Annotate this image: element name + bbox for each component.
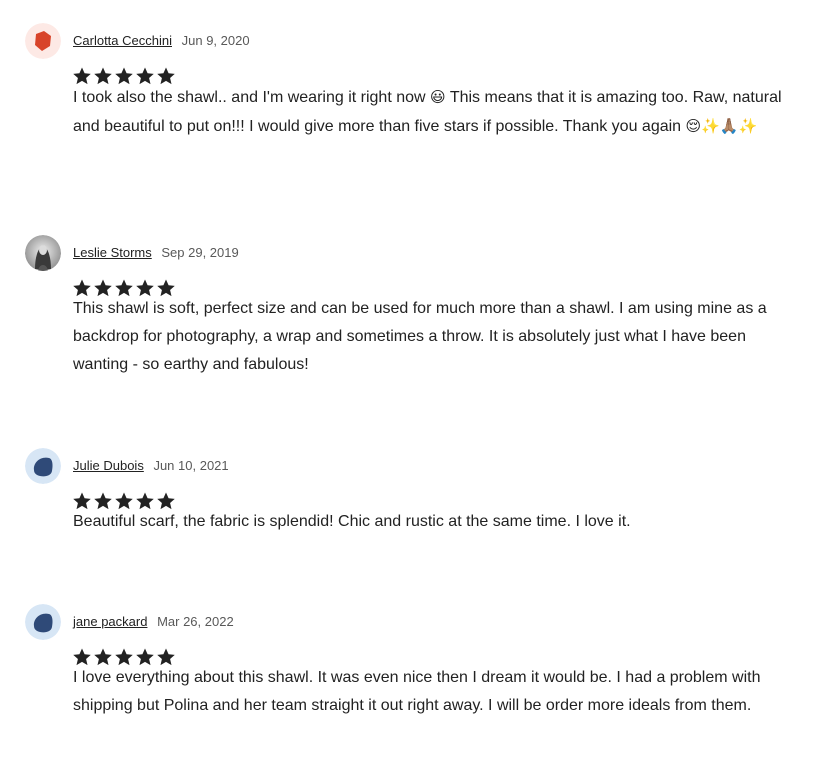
- blue-blob-avatar-icon: [25, 604, 61, 640]
- review-text: I took also the shawl.. and I'm wearing …: [73, 83, 803, 141]
- reviewer-line: Leslie Storms Sep 29, 2019: [73, 244, 239, 262]
- red-hexagon-avatar-icon: [25, 23, 61, 59]
- reviewer-name-link[interactable]: Julie Dubois: [73, 458, 144, 473]
- reviewer-avatar[interactable]: [25, 235, 61, 271]
- reviewer-line: Julie Dubois Jun 10, 2021: [73, 457, 229, 475]
- reviewer-name-link[interactable]: Leslie Storms: [73, 245, 152, 260]
- reviewer-name-link[interactable]: Carlotta Cecchini: [73, 33, 172, 48]
- review-date: Jun 10, 2021: [153, 458, 229, 473]
- reviewer-name-link[interactable]: jane packard: [73, 614, 147, 629]
- emoji-sequence: 😌✨🙏🏽✨: [685, 117, 758, 135]
- review-item: Julie Dubois Jun 10, 2021 Beautiful scar…: [0, 448, 831, 558]
- blue-blob-avatar-icon: [25, 448, 61, 484]
- review-text: This shawl is soft, perfect size and can…: [73, 300, 767, 373]
- photo-avatar-icon: [25, 235, 61, 271]
- reviewer-line: Carlotta Cecchini Jun 9, 2020: [73, 32, 250, 50]
- review-item: Leslie Storms Sep 29, 2019 This shawl is…: [0, 235, 831, 405]
- review-item: Carlotta Cecchini Jun 9, 2020 I took als…: [0, 23, 831, 213]
- reviewer-avatar[interactable]: [25, 448, 61, 484]
- grinning-face-emoji: 😃: [430, 88, 446, 106]
- review-text-part: I took also the shawl.. and I'm wearing …: [73, 89, 431, 106]
- review-date: Jun 9, 2020: [181, 33, 250, 48]
- review-date: Sep 29, 2019: [161, 245, 239, 260]
- review-text: I love everything about this shawl. It w…: [73, 669, 761, 714]
- review-text: Beautiful scarf, the fabric is splendid!…: [73, 513, 631, 530]
- reviewer-avatar[interactable]: [25, 604, 61, 640]
- review-item: jane packard Mar 26, 2022 I love everyth…: [0, 604, 831, 764]
- reviewer-avatar[interactable]: [25, 23, 61, 59]
- reviewer-line: jane packard Mar 26, 2022: [73, 613, 234, 631]
- review-date: Mar 26, 2022: [157, 614, 234, 629]
